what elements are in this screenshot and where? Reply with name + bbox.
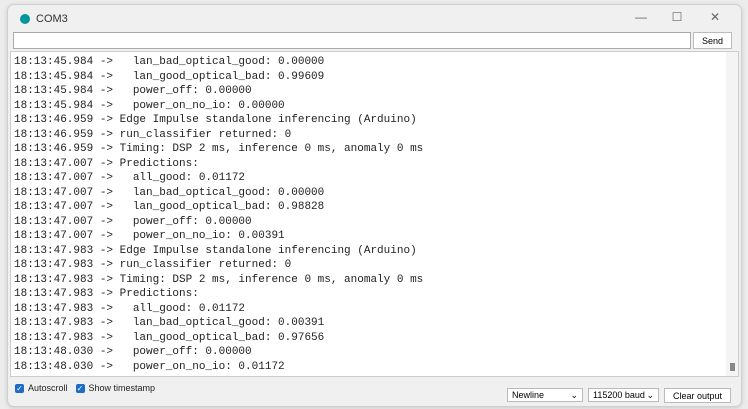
chevron-down-icon: ⌄ [646,389,654,400]
output-line: 18:13:47.007 -> lan_bad_optical_good: 0.… [14,186,325,199]
show-timestamp-label: Show timestamp [88,383,156,393]
output-line: 18:13:46.959 -> Timing: DSP 2 ms, infere… [14,143,424,155]
chevron-down-icon: ⌄ [570,389,578,400]
output-line: 18:13:47.983 -> lan_good_optical_bad: 0.… [14,331,325,344]
output-line: 18:13:47.007 -> all_good: 0.01172 [14,172,246,184]
autoscroll-checkbox[interactable]: ✓ Autoscroll ✓ Show timestamp [15,383,155,393]
output-line: 18:13:48.030 -> power_off: 0.00000 [14,346,252,358]
output-line: 18:13:47.007 -> lan_good_optical_bad: 0.… [14,201,325,213]
send-button[interactable]: Send [693,32,732,49]
maximize-button[interactable]: ☐ [662,10,692,24]
output-line: 18:13:45.984 -> lan_good_optical_bad: 0.… [14,70,325,83]
autoscroll-label: Autoscroll [28,383,68,393]
output-line: 18:13:47.007 -> Predictions: [14,157,199,170]
output-line: 18:13:47.983 -> all_good: 0.01172 [14,302,246,315]
output-lines: 18:13:45.984 -> lan_bad_optical_good: 0.… [14,55,423,374]
title-bar: COM3 [20,13,68,25]
output-line: 18:13:46.959 -> run_classifier returned:… [14,128,292,141]
output-line: 18:13:46.959 -> Edge Impulse standalone … [14,114,417,126]
serial-monitor-window: COM3 — ☐ ✕ Send 18:13:45.984 -> lan_bad_… [7,4,742,407]
scrollbar-thumb[interactable] [730,363,735,371]
message-input[interactable] [13,32,691,49]
output-line: 18:13:45.984 -> power_on_no_io: 0.00000 [14,99,285,112]
serial-output: 18:13:45.984 -> lan_bad_optical_good: 0.… [10,51,739,377]
window-title: COM3 [36,13,68,25]
output-line: 18:13:45.984 -> power_off: 0.00000 [14,85,252,97]
output-line: 18:13:47.007 -> power_on_no_io: 0.00391 [14,230,285,242]
baud-rate-select[interactable]: 115200 baud ⌄ [588,388,659,402]
scrollbar[interactable] [726,52,738,376]
close-button[interactable]: ✕ [700,10,730,24]
output-line: 18:13:47.983 -> Timing: DSP 2 ms, infere… [14,273,424,286]
line-ending-value: Newline [512,390,545,400]
show-timestamp-checkbox[interactable]: ✓ [75,383,85,393]
output-line: 18:13:47.983 -> lan_bad_optical_good: 0.… [14,317,325,329]
output-line: 18:13:47.983 -> run_classifier returned:… [14,259,292,271]
output-line: 18:13:47.983 -> Predictions: [14,288,199,300]
output-line: 18:13:47.007 -> power_off: 0.00000 [14,215,252,228]
line-ending-select[interactable]: Newline ⌄ [507,388,583,402]
output-line: 18:13:48.030 -> power_on_no_io: 0.01172 [14,360,285,373]
clear-output-button[interactable]: Clear output [664,388,731,403]
arduino-logo-icon [20,14,30,24]
checkbox-checked-icon: ✓ [15,383,24,393]
baud-rate-value: 115200 baud [593,390,645,400]
minimize-button[interactable]: — [626,10,656,24]
output-line: 18:13:47.983 -> Edge Impulse standalone … [14,244,417,257]
output-line: 18:13:45.984 -> lan_bad_optical_good: 0.… [14,56,325,68]
